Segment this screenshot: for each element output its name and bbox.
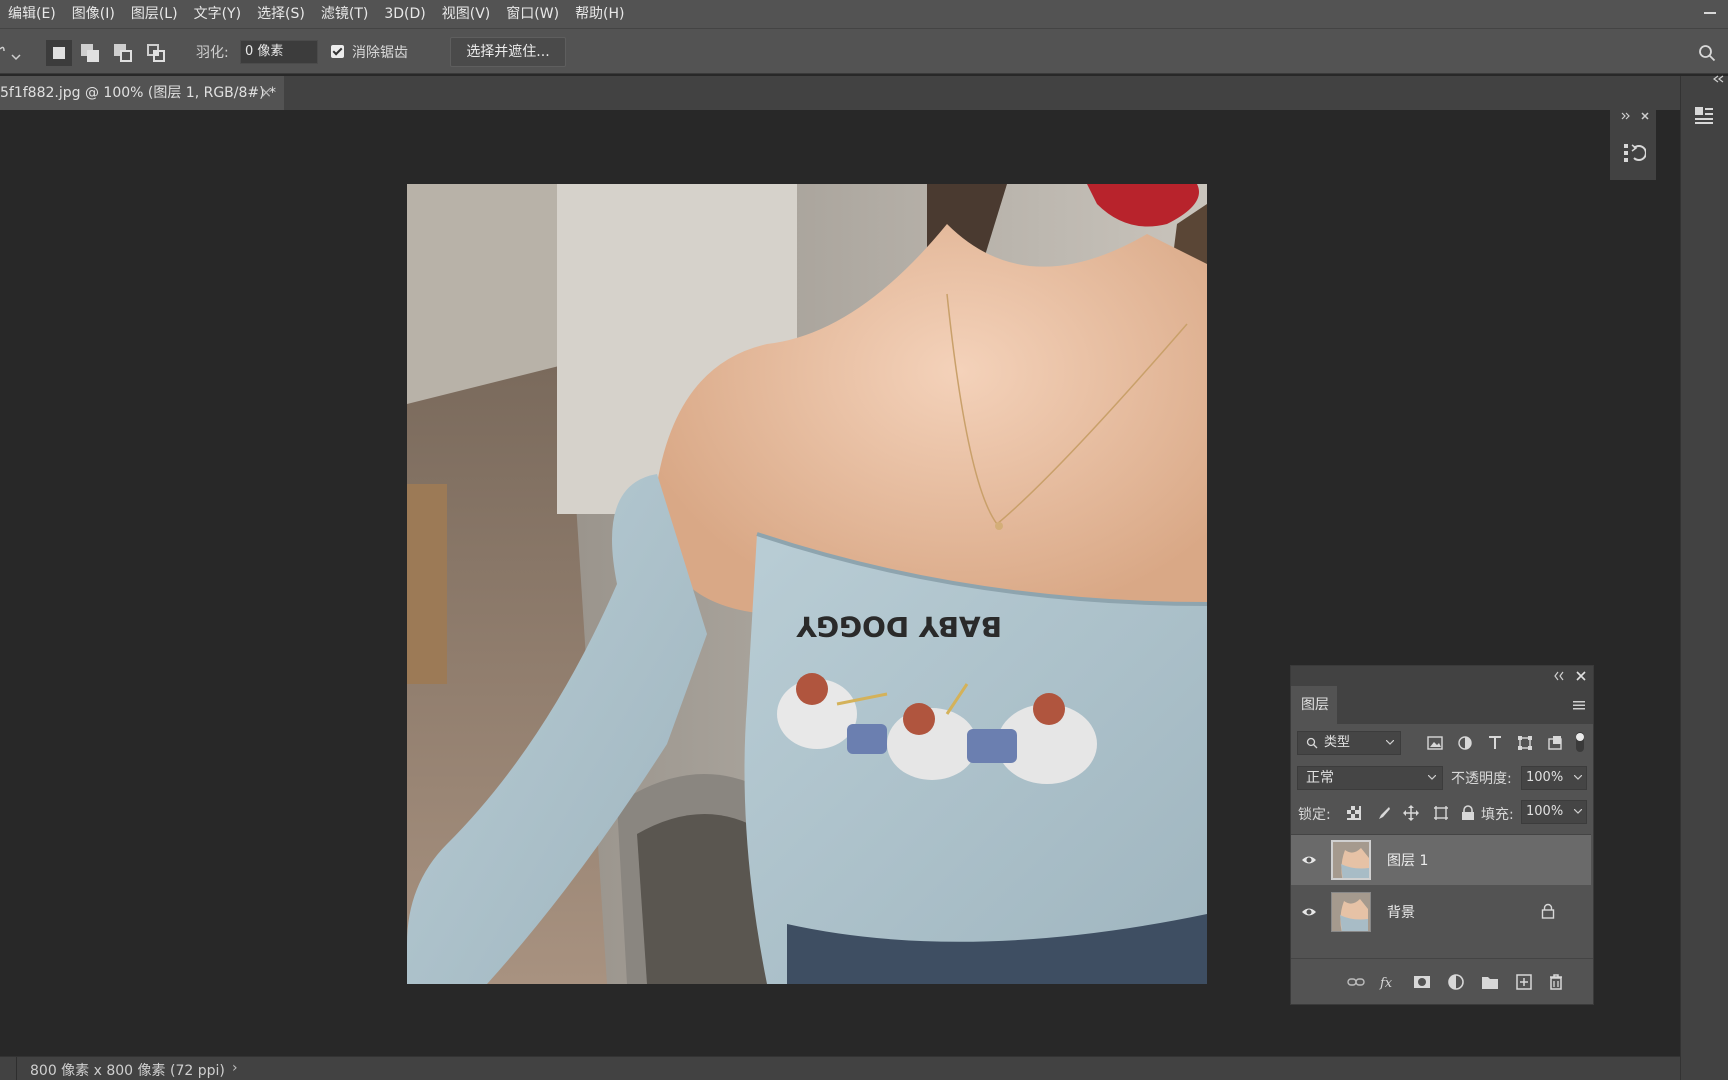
layer-name[interactable]: 背景 (1387, 902, 1415, 922)
select-and-mask-button[interactable]: 选择并遮住... (450, 37, 566, 67)
layers-panel-footer: fx (1291, 958, 1593, 1004)
document-tab-title: 5f1f882.jpg @ 100% (图层 1, RGB/8#) * (0, 85, 277, 101)
visibility-eye-icon[interactable] (1301, 853, 1317, 867)
layers-panel: 图层 类型 正常 不透明度: 100% 锁定: 填充: 100% 图层 1 背景… (1290, 665, 1594, 1005)
delete-layer-icon[interactable] (1547, 973, 1565, 991)
tool-preset-icon[interactable] (0, 43, 24, 63)
fill-label: 填充: (1481, 807, 1514, 823)
filter-kind-select[interactable]: 类型 (1297, 731, 1401, 755)
lock-image-pixels-icon[interactable] (1377, 806, 1391, 820)
blend-mode-value: 正常 (1306, 770, 1334, 786)
intersect-selection-button[interactable] (146, 43, 166, 63)
fill-value: 100% (1526, 804, 1564, 819)
add-to-selection-button[interactable] (80, 43, 100, 63)
layer-row-background[interactable]: 背景 (1291, 887, 1591, 937)
menu-help[interactable]: 帮助(H) (567, 0, 632, 28)
opacity-value: 100% (1526, 770, 1564, 785)
opacity-label: 不透明度: (1451, 771, 1512, 787)
collapse-panel-icon[interactable] (1553, 670, 1565, 682)
close-panel-icon[interactable] (1575, 670, 1587, 682)
document-image[interactable]: BABY DOGGY (407, 184, 1207, 984)
document-tab-bar: 5f1f882.jpg @ 100% (图层 1, RGB/8#) * × (0, 76, 1680, 110)
add-mask-icon[interactable] (1413, 973, 1431, 991)
filter-shape-icon[interactable] (1517, 735, 1533, 751)
svg-text:fx: fx (1379, 976, 1393, 991)
close-tab-icon[interactable]: × (260, 76, 272, 110)
history-icon[interactable] (1622, 140, 1646, 164)
opacity-field[interactable]: 100% (1521, 766, 1587, 790)
subtract-from-selection-button[interactable] (113, 43, 133, 63)
menu-type[interactable]: 文字(Y) (186, 0, 249, 28)
layer-name[interactable]: 图层 1 (1387, 850, 1428, 870)
search-icon (1306, 737, 1318, 749)
blend-mode-select[interactable]: 正常 (1297, 766, 1443, 790)
feather-label: 羽化: (196, 45, 229, 61)
right-dock (1680, 74, 1728, 1080)
filter-pixel-icon[interactable] (1427, 735, 1443, 751)
antialias-checkbox[interactable] (331, 45, 344, 58)
feather-input[interactable]: 0 像素 (240, 40, 318, 64)
lock-position-icon[interactable] (1403, 805, 1419, 821)
minimize-button[interactable] (1704, 12, 1716, 14)
new-layer-icon[interactable] (1515, 973, 1533, 991)
menu-view[interactable]: 视图(V) (434, 0, 499, 28)
new-group-folder-icon[interactable] (1481, 973, 1499, 991)
properties-panel-icon[interactable] (1693, 104, 1715, 126)
blend-opacity-row: 正常 不透明度: 100% (1291, 760, 1593, 796)
new-adjustment-layer-icon[interactable] (1447, 973, 1465, 991)
panel-menu-icon[interactable] (1573, 700, 1585, 710)
menu-3d[interactable]: 3D(D) (376, 0, 433, 28)
layers-panel-header (1291, 666, 1593, 686)
lock-label: 锁定: (1298, 807, 1331, 823)
layers-list: 图层 1 背景 (1291, 834, 1591, 944)
chevron-down-icon (1574, 809, 1582, 814)
status-menu-arrow[interactable]: › (232, 1060, 238, 1076)
collapse-dock-icon[interactable] (1711, 74, 1725, 84)
tab-layers[interactable]: 图层 (1291, 686, 1337, 724)
chevron-down-icon (1386, 740, 1394, 745)
link-layers-icon[interactable] (1347, 973, 1365, 991)
document-info: 800 像素 x 800 像素 (72 ppi) (30, 1063, 225, 1079)
lock-fill-row: 锁定: 填充: 100% (1291, 796, 1593, 830)
menu-bar: 编辑(E) 图像(I) 图层(L) 文字(Y) 选择(S) 滤镜(T) 3D(D… (0, 0, 1728, 28)
layer-lock-icon[interactable] (1541, 903, 1555, 919)
lock-artboard-icon[interactable] (1433, 805, 1449, 821)
filter-type-icon[interactable] (1487, 735, 1503, 751)
menu-edit[interactable]: 编辑(E) (0, 0, 64, 28)
status-divider (16, 1057, 17, 1080)
layer-thumbnail (1331, 840, 1371, 880)
chevron-down-icon (1428, 775, 1436, 780)
filter-toggle-icon[interactable] (1574, 730, 1586, 754)
menu-image[interactable]: 图像(I) (64, 0, 123, 28)
lock-transparent-pixels-icon[interactable] (1347, 806, 1361, 820)
filter-kind-label: 类型 (1324, 735, 1351, 750)
layer-style-fx-icon[interactable]: fx (1379, 973, 1397, 991)
history-mini-panel (1610, 108, 1656, 180)
layer-filter-row: 类型 (1291, 724, 1593, 760)
menu-window[interactable]: 窗口(W) (498, 0, 567, 28)
menu-layer[interactable]: 图层(L) (123, 0, 186, 28)
layer-thumbnail (1331, 892, 1371, 932)
status-bar: 800 像素 x 800 像素 (72 ppi) › (0, 1056, 1680, 1080)
panel-header-icons (1621, 112, 1649, 120)
document-tab[interactable]: 5f1f882.jpg @ 100% (图层 1, RGB/8#) * × (0, 76, 284, 110)
layers-tab-strip: 图层 (1291, 686, 1593, 724)
new-selection-button[interactable] (46, 40, 72, 66)
filter-adjustment-icon[interactable] (1457, 735, 1473, 751)
search-icon[interactable] (1698, 44, 1716, 62)
antialias-label: 消除锯齿 (352, 45, 408, 61)
shirt-text: BABY DOGGY (796, 610, 1002, 643)
menu-select[interactable]: 选择(S) (249, 0, 313, 28)
visibility-eye-icon[interactable] (1301, 905, 1317, 919)
fill-field[interactable]: 100% (1521, 800, 1587, 824)
options-bar: 羽化: 0 像素 消除锯齿 选择并遮住... (0, 28, 1728, 74)
layer-row-layer1[interactable]: 图层 1 (1291, 835, 1591, 885)
filter-smart-object-icon[interactable] (1547, 735, 1563, 751)
lock-all-icon[interactable] (1461, 805, 1475, 821)
menu-filter[interactable]: 滤镜(T) (313, 0, 376, 28)
chevron-down-icon (1574, 775, 1582, 780)
